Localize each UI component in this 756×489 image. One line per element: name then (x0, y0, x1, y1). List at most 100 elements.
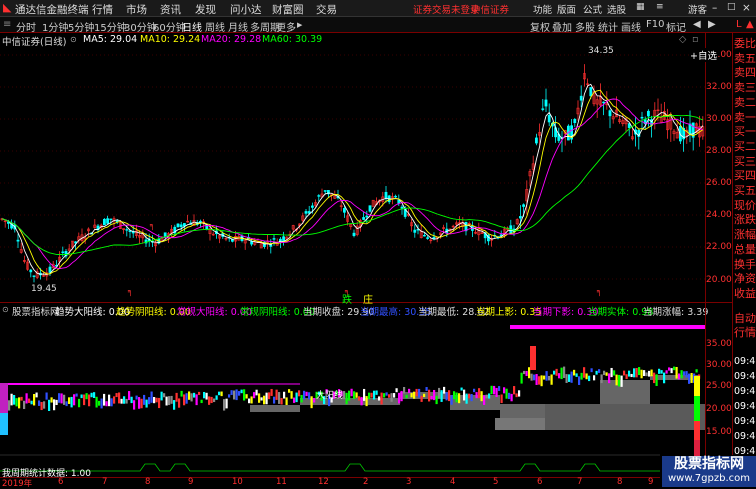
quote-label: 卖三 (734, 81, 756, 95)
low-marker: 19.45 (31, 284, 57, 294)
candle-body (518, 216, 522, 219)
candle-body (48, 266, 52, 273)
candle-body (29, 269, 33, 273)
indicator-bar (495, 387, 498, 398)
indicator-bar (238, 391, 241, 396)
y-tick: 24.00 (706, 210, 732, 220)
x-tick: 5 (493, 477, 499, 487)
add-pick-button[interactable]: +自选 (690, 48, 717, 62)
candle-body (323, 190, 327, 192)
indicator-bar (553, 370, 556, 375)
stat-line (0, 463, 660, 472)
indicator-bar (258, 393, 261, 403)
quote-label: 买三 (734, 154, 756, 168)
indicator-bar (545, 371, 548, 381)
indicator-bar (390, 393, 393, 402)
indicator-bar (295, 392, 298, 403)
indicator-bar (180, 390, 183, 397)
candle-body (365, 215, 369, 218)
candle-body (317, 195, 321, 197)
candle-body (534, 137, 538, 144)
indicator-bar (420, 395, 423, 402)
indicator-bar (98, 400, 101, 406)
candle-body (272, 238, 276, 240)
indicator-bar (498, 386, 501, 391)
indicator-bar (425, 387, 428, 391)
indicator-bar (385, 392, 388, 396)
indicator-bar (63, 394, 66, 405)
indicator-bar (395, 388, 398, 393)
indicator-bar (640, 369, 643, 379)
indicator-block (500, 404, 545, 420)
indicator-bar (60, 393, 63, 404)
candle-body (362, 217, 366, 220)
indicator-bar (520, 372, 523, 384)
indicator-bar (78, 398, 81, 408)
indicator-bar (310, 396, 313, 409)
indicator-bar (275, 389, 278, 400)
indicator-bar (423, 393, 426, 398)
indicator-bar (375, 390, 378, 395)
indicator-bar (155, 397, 158, 403)
quote-time: 09:47 (734, 431, 756, 442)
candle-body (541, 108, 545, 110)
quote-label: 涨跌 (734, 213, 756, 227)
indicator-bar (128, 391, 131, 401)
indicator-bar (648, 370, 651, 377)
indicator-bar (15, 398, 18, 407)
indicator-bar (40, 402, 43, 411)
indicator-bar (665, 370, 668, 374)
indicator-bar (290, 391, 293, 399)
chart-canvas[interactable]: ╕╕ ╕ ╕ (0, 0, 756, 487)
indicator-bar (143, 394, 146, 405)
indicator-bar (458, 393, 461, 404)
indicator-bar (188, 391, 191, 400)
indicator-bar (683, 371, 686, 376)
indicator-bar (550, 374, 553, 385)
indicator-bar (555, 368, 558, 376)
indicator-bar (473, 388, 476, 393)
indicator-bar (270, 388, 273, 396)
indicator-bar (388, 394, 391, 398)
indicator-bar (158, 397, 161, 409)
candle-body (413, 229, 417, 233)
candle-body (109, 218, 113, 221)
indicator-bar (133, 400, 136, 410)
x-tick: 7 (577, 477, 583, 487)
candle-body (547, 114, 551, 123)
indicator-bar (663, 372, 666, 384)
indicator-bar (263, 395, 266, 405)
candle-body (16, 239, 20, 242)
indicator-bar (460, 387, 463, 391)
high-marker: 34.35 (588, 46, 614, 56)
indicator-bar (573, 369, 576, 376)
indicator-bar (613, 370, 616, 376)
indicator-bar (585, 373, 588, 380)
indicator-bar (393, 393, 396, 398)
quote-label: 买二 (734, 139, 756, 153)
indicator-bar (690, 372, 693, 383)
indicator-bar (213, 398, 216, 403)
site-watermark: 股票指标网 www.7gpzb.com (662, 456, 756, 487)
indicator-bar (35, 392, 38, 398)
indicator-bar (475, 392, 478, 399)
x-tick: 6 (58, 477, 64, 487)
indicator-bar (273, 396, 276, 404)
y-tick: 22.00 (706, 242, 732, 252)
ma-line (1, 98, 703, 270)
x-tick: 2019年 (2, 479, 33, 489)
indicator-bar (268, 392, 271, 400)
indicator-bar (278, 392, 281, 404)
indicator-bar (168, 396, 171, 406)
indicator-bar (108, 394, 111, 407)
indicator-bar (378, 396, 381, 401)
panel-toggle-icon[interactable]: ▲ (746, 19, 754, 30)
candle-body (282, 236, 286, 241)
indicator-bar (95, 396, 98, 408)
indicator-bar (488, 393, 491, 399)
right-column-bar (530, 346, 536, 370)
indicator-bar (535, 374, 538, 385)
indicator-bar (53, 399, 56, 411)
indicator-bar (38, 400, 41, 406)
x-tick: 9 (648, 477, 654, 487)
